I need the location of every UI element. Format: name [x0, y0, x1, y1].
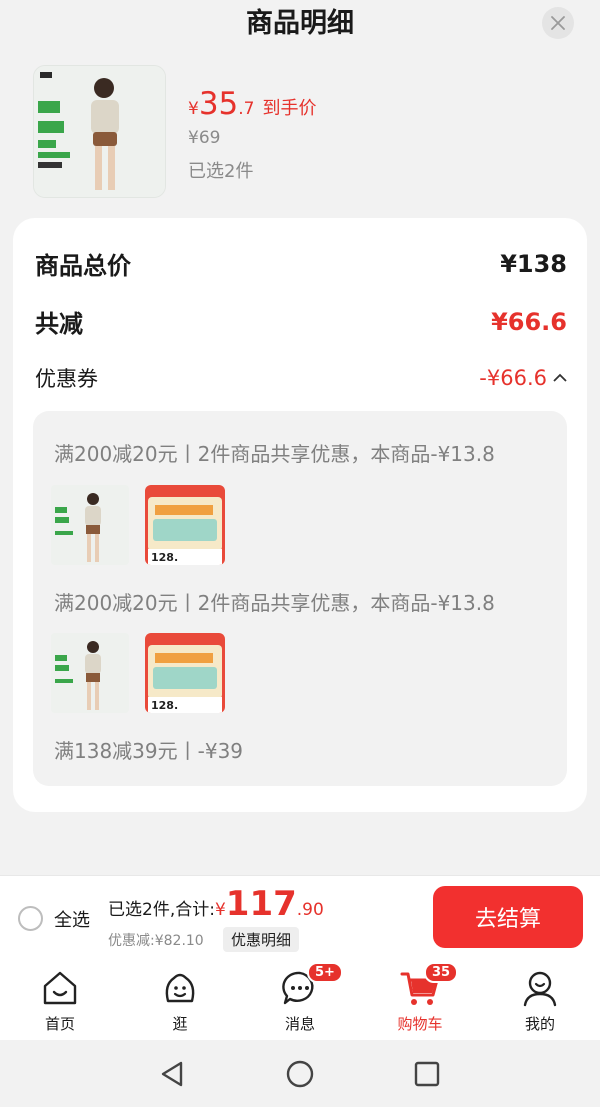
detail-sheet: 商品明细 ¥35.7 到手价 ¥69 已选2件 商品总价 ¥138 共减 ¥66… — [0, 0, 600, 875]
coupon-rule: 满138减39元丨-¥39 — [54, 739, 244, 763]
coupon-products: 128. — [51, 485, 225, 565]
tab-profile[interactable]: 我的 — [500, 968, 580, 1034]
message-badge: 5+ — [307, 962, 343, 983]
coupon-value: -¥66.6 — [479, 366, 547, 390]
profile-icon — [523, 971, 557, 1007]
recents-icon[interactable] — [414, 1061, 440, 1087]
coupon-rule: 满200减20元丨2件商品共享优惠，本商品-¥13.8 — [54, 591, 495, 615]
checkout-bar: 全选 已选2件,合计:¥117.90 优惠减:¥82.10 优惠明细 去结算 — [0, 875, 600, 960]
promo-price: 128. — [151, 699, 178, 712]
checkout-button[interactable]: 去结算 — [433, 886, 583, 948]
tab-home[interactable]: 首页 — [20, 968, 100, 1034]
product-thumbnail — [51, 485, 129, 565]
browse-icon — [165, 973, 195, 1003]
coupon-products: 128. — [51, 633, 225, 713]
close-icon — [551, 16, 565, 30]
selected-count: 已选2件 — [188, 161, 254, 182]
home-icon — [43, 971, 77, 1005]
system-navigation-bar — [0, 1040, 600, 1107]
promo-price: 128. — [151, 551, 178, 564]
total-row: 商品总价 ¥138 — [35, 246, 567, 281]
promo-thumbnail: 128. — [145, 633, 225, 713]
coupon-label: 优惠券 — [35, 367, 98, 391]
coupon-row[interactable]: 优惠券 -¥66.6 — [35, 363, 567, 393]
final-price: ¥35.7 到手价 — [188, 86, 317, 122]
product-thumbnail — [51, 633, 129, 713]
reduce-value: ¥66.6 — [491, 307, 567, 336]
select-all-checkbox[interactable] — [18, 906, 43, 931]
order-total: 已选2件,合计:¥117.90 — [108, 884, 324, 924]
coupon-rule: 满200减20元丨2件商品共享优惠，本商品-¥13.8 — [54, 442, 495, 466]
tab-bar: 首页 逛 消息 5+ 购物车 35 我的 — [0, 960, 600, 1040]
chevron-up-icon[interactable] — [553, 373, 567, 383]
discount-detail-button[interactable]: 优惠明细 — [223, 927, 300, 952]
page-title: 商品明细 — [246, 8, 354, 39]
select-all-label[interactable]: 全选 — [54, 906, 90, 932]
price-summary-card: 商品总价 ¥138 共减 ¥66.6 优惠券 -¥66.6 满200减20元丨2… — [13, 218, 587, 812]
product-image[interactable] — [33, 65, 166, 198]
reduce-row: 共减 ¥66.6 — [35, 304, 567, 339]
back-icon[interactable] — [158, 1060, 186, 1088]
tab-browse[interactable]: 逛 — [140, 968, 220, 1034]
original-price: ¥69 — [188, 128, 221, 148]
home-button-icon[interactable] — [286, 1060, 314, 1088]
close-button[interactable] — [542, 7, 574, 39]
coupon-details: 满200减20元丨2件商品共享优惠，本商品-¥13.8 128. 满200减20… — [33, 411, 567, 786]
total-label: 商品总价 — [35, 252, 131, 280]
total-value: ¥138 — [500, 249, 567, 278]
cart-badge: 35 — [424, 962, 459, 983]
reduce-label: 共减 — [35, 310, 83, 338]
promo-thumbnail: 128. — [145, 485, 225, 565]
discount-text: 优惠减:¥82.10 — [108, 933, 204, 949]
